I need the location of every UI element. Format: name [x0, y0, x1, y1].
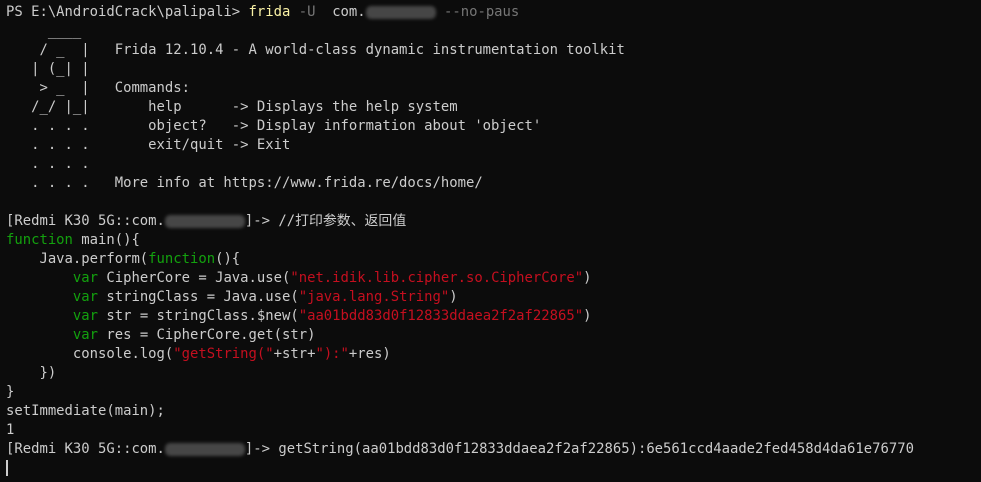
- terminal-text: var: [72, 308, 98, 324]
- terminal-text: setImmediate(main);: [6, 403, 165, 419]
- terminal-line: setImmediate(main);: [6, 402, 165, 421]
- terminal-line: . . . .: [6, 155, 90, 174]
- terminal-text: stringClass = Java.use(: [98, 289, 299, 305]
- terminal-text: ): [583, 270, 592, 286]
- terminal-text: [Redmi K30 5G::com.: [6, 441, 165, 457]
- terminal-text: [Redmi K30 5G::com.: [6, 213, 165, 229]
- terminal-text: "java.lang.String": [298, 289, 450, 305]
- terminal-text: com.: [332, 4, 366, 20]
- terminal-text: 1: [6, 422, 15, 438]
- terminal-line: /_/ |_| help -> Displays the help system: [6, 98, 458, 117]
- terminal-text: -U: [290, 4, 333, 20]
- terminal-text: (){: [215, 251, 241, 267]
- text-cursor: [6, 460, 8, 476]
- terminal-line: var str = stringClass.$new("aa01bdd83d0f…: [6, 307, 592, 326]
- terminal-window[interactable]: PS E:\AndroidCrack\palipali> frida -U co…: [0, 0, 981, 482]
- terminal-text: . . . . exit/quit -> Exit: [6, 137, 291, 153]
- terminal-text: str = stringClass.$new(: [98, 308, 299, 324]
- terminal-text: "aa01bdd83d0f12833ddaea2f2af22865": [298, 308, 584, 324]
- terminal-text: PS E:\AndroidCrack\palipali>: [6, 4, 249, 20]
- terminal-text: main(){: [72, 232, 140, 248]
- terminal-line: Java.perform(function(){: [6, 250, 240, 269]
- terminal-line: [Redmi K30 5G::com. ]-> //打印参数、返回值: [6, 212, 406, 231]
- terminal-text: "):": [315, 346, 349, 362]
- terminal-text: var: [72, 270, 98, 286]
- terminal-line: }: [6, 383, 14, 402]
- terminal-text: . . . . object? -> Display information a…: [6, 118, 542, 134]
- terminal-line: | (_| |: [6, 60, 90, 79]
- terminal-line: console.log("getString("+str+"):"+res): [6, 345, 391, 364]
- terminal-line: . . . . object? -> Display information a…: [6, 117, 541, 136]
- terminal-text: var: [72, 289, 98, 305]
- terminal-text: /_/ |_| help -> Displays the help system: [6, 99, 458, 115]
- terminal-line: ____: [6, 22, 81, 41]
- terminal-text: }): [6, 365, 57, 381]
- terminal-line: var CipherCore = Java.use("net.idik.lib.…: [6, 269, 592, 288]
- terminal-line: > _ | Commands:: [6, 79, 190, 98]
- redacted-text: [365, 5, 436, 19]
- terminal-text: }: [6, 384, 15, 400]
- terminal-line: [Redmi K30 5G::com. ]-> getString(aa01bdd…: [6, 440, 914, 459]
- terminal-text: / _ | Frida 12.10.4 - A world-class dyna…: [6, 42, 625, 58]
- terminal-text: . . . . More info at https://www.frida.r…: [6, 175, 483, 191]
- terminal-line: PS E:\AndroidCrack\palipali> frida -U co…: [6, 3, 519, 22]
- terminal-line: / _ | Frida 12.10.4 - A world-class dyna…: [6, 41, 625, 60]
- terminal-text: res = CipherCore.get(str): [98, 327, 316, 343]
- terminal-text: > _ | Commands:: [6, 80, 190, 96]
- terminal-text: | (_| |: [6, 61, 90, 77]
- redacted-text: [164, 214, 245, 228]
- terminal-text: function: [6, 232, 73, 248]
- terminal-text: CipherCore = Java.use(: [98, 270, 291, 286]
- terminal-text: . . . .: [6, 156, 90, 172]
- terminal-line: function main(){: [6, 231, 140, 250]
- terminal-text: function: [148, 251, 216, 267]
- terminal-text: "getString(": [173, 346, 274, 362]
- terminal-text: ]-> //打印参数、返回值: [244, 213, 407, 229]
- terminal-text: +str+: [273, 346, 316, 362]
- terminal-text: ): [583, 308, 592, 324]
- terminal-line: }): [6, 364, 56, 383]
- terminal-text: --no-paus: [435, 4, 520, 20]
- terminal-text: var: [72, 327, 98, 343]
- terminal-text: console.log(: [6, 346, 174, 362]
- terminal-line: . . . . exit/quit -> Exit: [6, 136, 290, 155]
- terminal-text: ]-> getString(aa01bdd83d0f12833ddaea2f2a…: [244, 441, 914, 457]
- terminal-line: var res = CipherCore.get(str): [6, 326, 316, 345]
- terminal-line: . . . . More info at https://www.frida.r…: [6, 174, 483, 193]
- terminal-text: frida: [248, 4, 291, 20]
- terminal-line: var stringClass = Java.use("java.lang.St…: [6, 288, 458, 307]
- terminal-text: +res): [348, 346, 391, 362]
- terminal-text: Java.perform(: [6, 251, 149, 267]
- terminal-line: 1: [6, 421, 14, 440]
- terminal-text: "net.idik.lib.cipher.so.CipherCore": [290, 270, 584, 286]
- terminal-text: ____: [6, 23, 82, 39]
- terminal-text: ): [449, 289, 458, 305]
- redacted-text: [164, 442, 245, 456]
